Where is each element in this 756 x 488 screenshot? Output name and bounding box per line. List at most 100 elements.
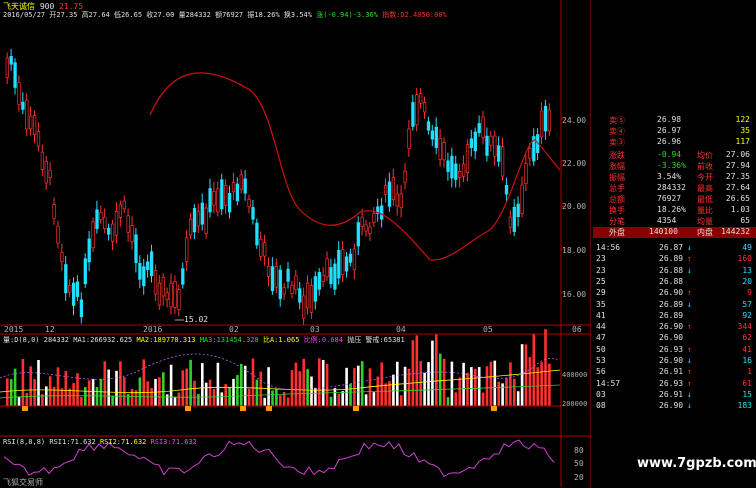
volume-bar (423, 372, 426, 406)
volume-bar (80, 396, 83, 406)
vol-axis-label: 400000 (562, 371, 588, 379)
tick-time: 23 (596, 265, 606, 275)
info-index: 指数:D2.4050.00% (382, 11, 447, 19)
stat-value: 284332 (657, 183, 686, 192)
volume-bar (446, 397, 450, 406)
candle-body (146, 261, 150, 270)
rsi-axis-label: 80 (574, 446, 584, 455)
volume-bar (520, 344, 524, 406)
tick-volume: 61 (742, 378, 752, 388)
tick-volume: 20 (742, 276, 752, 286)
arrow-up-icon: ↑ (687, 288, 692, 298)
candle-body (395, 193, 399, 207)
info-amp: 18.26% (254, 11, 280, 19)
candle-body (508, 216, 513, 228)
volume-bar (536, 367, 539, 406)
signal-marker (353, 406, 359, 411)
candle-body (309, 285, 314, 313)
volume-bar (403, 366, 407, 406)
candle-body (153, 270, 158, 295)
volume-bar (197, 393, 200, 406)
candle-body (387, 181, 392, 207)
tick-price: 26.93 (659, 344, 684, 354)
tick-time: 53 (596, 356, 606, 365)
candle-body (407, 128, 411, 149)
tick-row: 47 26.90 62 (593, 333, 756, 343)
volume-bar (111, 395, 114, 406)
price-axis-label: 24.00 (562, 116, 587, 125)
tick-row: 14:57 26.93 ↑ 61 (593, 379, 756, 389)
sell-row[interactable]: 卖③ 26.96 117 (593, 137, 756, 147)
chart-area[interactable]: 飞天诚信 900 21.75 2016/05/27 开27.35 高27.64 … (0, 0, 610, 487)
sell-row[interactable]: 卖④ 26.97 35 (593, 126, 756, 136)
stat-value: 3.54% (657, 172, 682, 181)
tick-volume: 13 (742, 265, 752, 275)
candle-body (368, 226, 372, 234)
sell-row[interactable]: 卖⑤ 26.98 122 (593, 115, 756, 125)
candle-body (103, 216, 107, 230)
volume-bar (123, 377, 126, 406)
candle-body (173, 281, 177, 308)
volume-bar (477, 367, 481, 406)
time-axis-label: 03 (310, 325, 320, 334)
sell-label: 卖④ (609, 127, 625, 136)
candle-body (138, 263, 142, 280)
vol-warn: 警戒:65381 (365, 336, 405, 344)
stat-label: 量比 (697, 206, 713, 215)
tick-row: 03 26.91 ↓ 15 (593, 390, 756, 400)
tick-time: 23 (596, 254, 606, 264)
time-axis-label: 2015 (4, 325, 24, 334)
candle-body (52, 204, 56, 219)
volume-bar (138, 377, 142, 406)
tick-time: 56 (596, 367, 606, 377)
tick-time: 47 (596, 333, 606, 343)
candle-body (485, 135, 489, 156)
candle-body (75, 281, 80, 297)
candle-body (547, 109, 552, 132)
candle-body (247, 199, 251, 208)
info-vol-label: 量 (178, 11, 186, 19)
arrow-down-icon: ↓ (687, 401, 692, 411)
sell-label: 卖⑤ (609, 116, 625, 125)
candle-body (274, 266, 279, 288)
tick-row: 08 26.90 ↓ 183 (593, 401, 756, 411)
volume-bar (333, 388, 337, 406)
info-turn: 3.54% (290, 11, 312, 19)
candle-body (95, 209, 99, 230)
tick-volume: 15 (742, 389, 752, 399)
volume-bar (493, 360, 497, 406)
signal-marker (491, 406, 497, 411)
volume-bar (271, 390, 274, 406)
volume-bar (470, 367, 473, 406)
info-amt: 76927 (222, 11, 244, 19)
volume-bar (130, 389, 134, 406)
candle-body (528, 148, 532, 159)
candle-body (118, 204, 123, 218)
price-axis-label: 16.00 (562, 290, 587, 299)
candle-body (504, 185, 509, 195)
tick-time: 44 (596, 322, 606, 332)
candle-body (481, 116, 485, 139)
stat-value: 26.65 (725, 194, 750, 203)
volume-bar (91, 378, 95, 406)
volume-bar (33, 379, 36, 406)
candle-body (99, 212, 103, 221)
candle-body (520, 184, 524, 214)
sell-price: 26.96 (657, 137, 682, 146)
kline-chart[interactable] (0, 0, 591, 487)
volume-bar (201, 363, 204, 406)
signal-marker (22, 406, 28, 411)
candle-body (383, 184, 388, 195)
tick-price: 26.91 (659, 389, 684, 399)
candle-body (333, 263, 337, 290)
volume-bar (72, 383, 75, 406)
volume-bar (13, 368, 17, 406)
candle-body (36, 131, 41, 147)
volume-bar (255, 379, 259, 406)
time-axis-label: 06 (572, 325, 582, 334)
stat-row: 分笔 4354 均量 65 (593, 216, 756, 226)
volume-bar (360, 361, 364, 406)
outer-value: 140100 (649, 227, 678, 236)
volume-bar (528, 357, 532, 406)
candle-body (442, 141, 446, 161)
